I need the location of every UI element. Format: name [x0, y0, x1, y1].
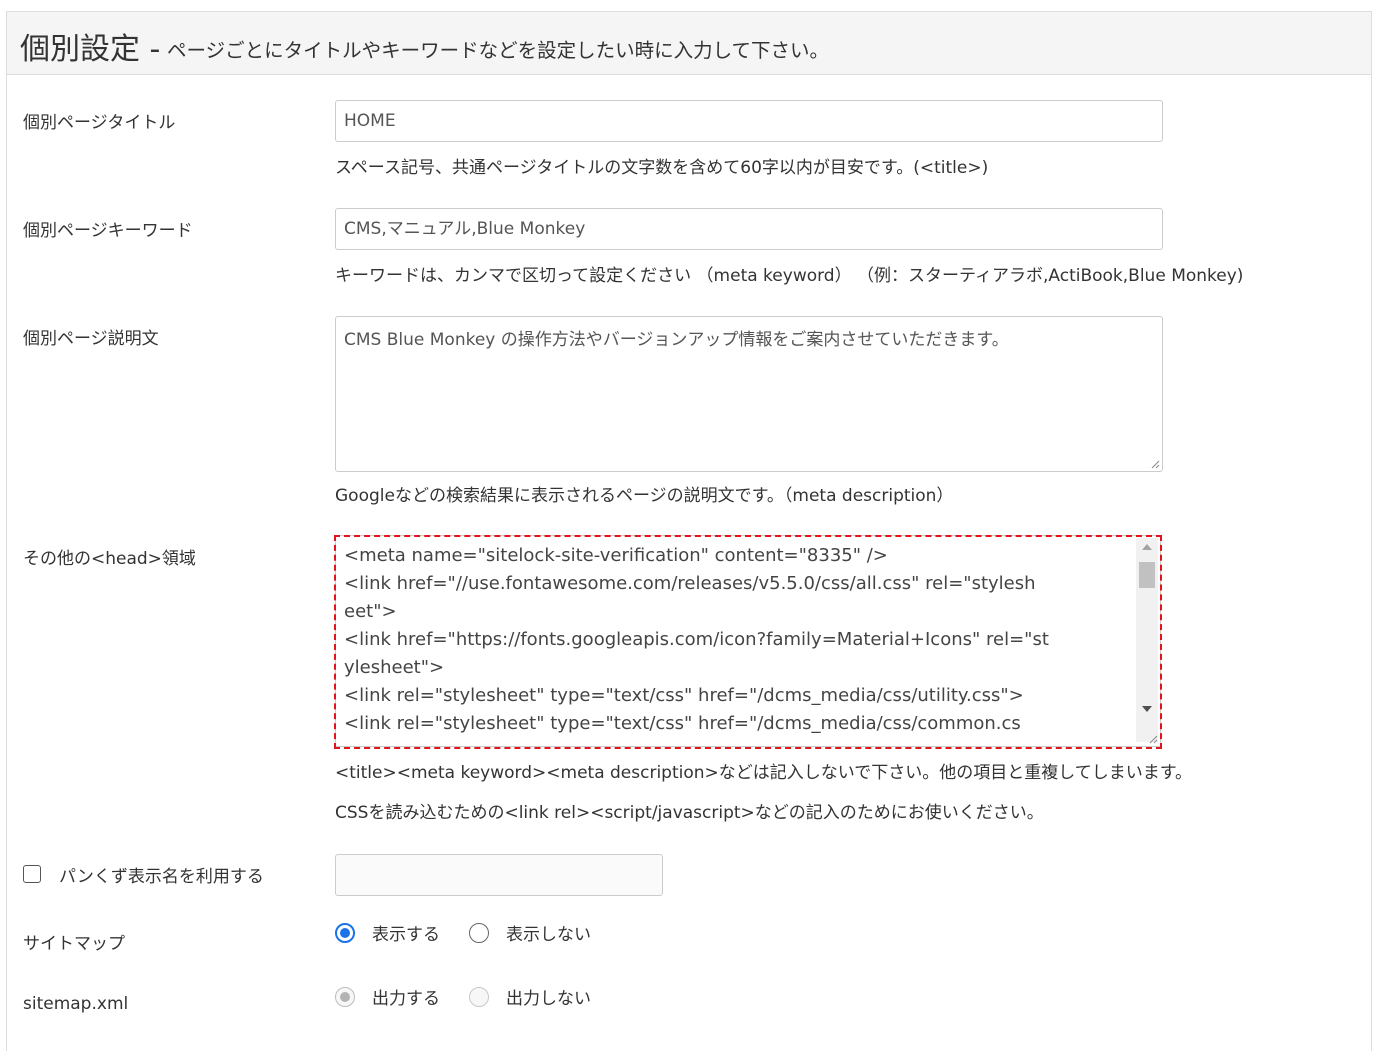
breadcrumb-checkbox[interactable]: [23, 865, 41, 883]
code-line: <link rel="stylesheet" type="text/css" h…: [344, 713, 1021, 734]
sitemap-hide-radio[interactable]: [469, 923, 489, 943]
keywords-help: キーワードは、カンマで区切って設定ください （meta keyword） （例：…: [335, 266, 1244, 286]
sitemap-xml-output-label: 出力する: [372, 989, 440, 1009]
sitemap-show-label: 表示する: [372, 925, 440, 945]
sitemap-show-radio[interactable]: [335, 923, 355, 943]
sitemap-label: サイトマップ: [23, 934, 125, 954]
sitemap-hide-label: 表示しない: [506, 925, 591, 945]
panel-subtitle: ページごとにタイトルやキーワードなどを設定したい時に入力して下さい。: [167, 39, 830, 62]
code-line: <link href="//use.fontawesome.com/releas…: [344, 573, 1036, 594]
resize-grip-icon[interactable]: [1148, 734, 1158, 744]
sitemap-xml-label: sitemap.xml: [23, 994, 129, 1014]
description-text: CMS Blue Monkey の操作方法やバージョンアップ情報をご案内させてい…: [344, 330, 1009, 350]
code-line: <link rel="stylesheet" type="text/css" h…: [344, 685, 1024, 706]
breadcrumb-name-input[interactable]: [335, 854, 663, 896]
head-area-help-1: <title><meta keyword><meta description>な…: [335, 763, 1193, 783]
page-title-input[interactable]: HOME: [335, 100, 1163, 142]
code-line: ylesheet">: [344, 657, 445, 678]
scroll-up-arrow-icon[interactable]: [1142, 544, 1152, 550]
head-area-code: <meta name="sitelock-site-verification" …: [344, 542, 1130, 738]
sitemap-xml-no-output-radio[interactable]: [469, 987, 489, 1007]
head-area-label: その他の<head>領域: [23, 549, 196, 569]
scroll-down-arrow-icon[interactable]: [1142, 706, 1152, 712]
keywords-label: 個別ページキーワード: [23, 221, 193, 241]
breadcrumb-label: パンくず表示名を利用する: [59, 867, 264, 887]
panel-header: 個別設定 - ページごとにタイトルやキーワードなどを設定したい時に入力して下さい…: [7, 12, 1371, 75]
sitemap-xml-output-radio[interactable]: [335, 987, 355, 1007]
head-area-scrollbar[interactable]: [1136, 538, 1158, 742]
code-line: eet">: [344, 601, 397, 622]
code-line: <link href="https://fonts.googleapis.com…: [344, 629, 1049, 650]
code-line: <meta name="sitelock-site-verification" …: [344, 545, 888, 566]
description-label: 個別ページ説明文: [23, 329, 159, 349]
panel-title: 個別設定 -: [20, 32, 161, 67]
keywords-input[interactable]: CMS,マニュアル,Blue Monkey: [335, 208, 1163, 250]
scrollbar-thumb[interactable]: [1139, 562, 1155, 588]
sitemap-xml-no-output-label: 出力しない: [506, 989, 591, 1009]
settings-panel: 個別設定 - ページごとにタイトルやキーワードなどを設定したい時に入力して下さい…: [6, 11, 1372, 1051]
resize-grip-icon[interactable]: [1150, 459, 1160, 469]
description-help: Googleなどの検索結果に表示されるページの説明文です。（meta descr…: [335, 486, 954, 506]
head-area-help-2: CSSを読み込むための<link rel><script/javascript>…: [335, 803, 1044, 823]
head-area-textarea[interactable]: <meta name="sitelock-site-verification" …: [335, 535, 1161, 747]
page-title-label: 個別ページタイトル: [23, 113, 176, 133]
description-textarea[interactable]: CMS Blue Monkey の操作方法やバージョンアップ情報をご案内させてい…: [335, 316, 1163, 472]
page-title-help: スペース記号、共通ページタイトルの文字数を含めて60字以内が目安です。(<tit…: [335, 158, 989, 178]
